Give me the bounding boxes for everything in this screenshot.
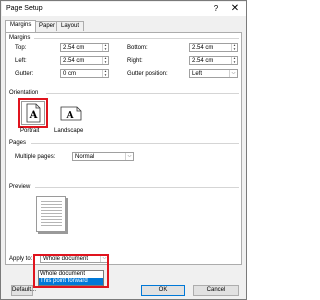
portrait-highlight <box>18 98 48 128</box>
left-label: Left: <box>15 58 27 64</box>
left-margin-value: 2.54 cm <box>63 58 85 64</box>
spin-arrows-icon[interactable]: ▲ ▼ <box>231 43 237 51</box>
margins-section-label: Margins <box>9 35 31 41</box>
gutter-value: 0 cm <box>63 71 77 77</box>
ok-button[interactable]: OK <box>141 285 185 296</box>
gutter-label: Gutter: <box>15 71 34 77</box>
top-margin-field[interactable]: 2.54 cm ▲ ▼ <box>60 43 109 52</box>
section-divider <box>46 93 239 94</box>
spin-arrows-icon[interactable]: ▲ ▼ <box>102 56 108 64</box>
landscape-label: Landscape <box>54 128 84 134</box>
top-margin-value: 2.54 cm <box>63 45 85 51</box>
section-divider <box>34 38 239 39</box>
default-button[interactable]: Default... <box>11 285 36 296</box>
tab-layout[interactable]: Layout <box>56 21 85 31</box>
multiple-pages-value: Normal <box>75 154 95 160</box>
orientation-section-label: Orientation <box>9 90 39 96</box>
gutter-position-select[interactable]: Left ⌵ <box>189 69 238 78</box>
section-divider <box>31 143 239 144</box>
spin-arrows-icon[interactable]: ▲ ▼ <box>102 43 108 51</box>
right-margin-value: 2.54 cm <box>192 58 214 64</box>
apply-to-label: Apply to: <box>9 256 33 262</box>
close-button[interactable]: ✕ <box>228 2 242 16</box>
bottom-label: Bottom: <box>127 45 148 51</box>
spin-arrows-icon[interactable]: ▲ ▼ <box>102 69 108 77</box>
portrait-label: Portrait <box>20 128 40 134</box>
right-margin-field[interactable]: 2.54 cm ▲ ▼ <box>189 56 238 65</box>
title-bar: Page Setup ? ✕ <box>2 2 246 16</box>
dialog-title: Page Setup <box>6 5 43 12</box>
pages-section-label: Pages <box>9 140 27 146</box>
right-label: Right: <box>127 58 143 64</box>
spin-arrows-icon[interactable]: ▲ ▼ <box>231 56 237 64</box>
margins-panel: Margins Top: 2.54 cm ▲ ▼ Bottom: 2.54 cm … <box>5 32 242 265</box>
gutter-position-label: Gutter position: <box>127 71 168 77</box>
top-label: Top: <box>15 45 27 51</box>
landscape-button[interactable]: A <box>58 101 82 125</box>
preview-section-label: Preview <box>9 184 31 190</box>
bottom-margin-field[interactable]: 2.54 cm ▲ ▼ <box>189 43 238 52</box>
gutter-field[interactable]: 0 cm ▲ ▼ <box>60 69 109 78</box>
page-setup-dialog: Page Setup ? ✕ Margins Paper Layout Marg… <box>0 0 247 300</box>
gutter-position-value: Left <box>192 71 203 77</box>
landscape-page-icon: A <box>60 106 82 121</box>
left-margin-field[interactable]: 2.54 cm ▲ ▼ <box>60 56 109 65</box>
cancel-button[interactable]: Cancel <box>193 285 239 296</box>
multiple-pages-label: Multiple pages: <box>15 154 56 160</box>
tab-margins[interactable]: Margins <box>5 20 37 32</box>
svg-text:A: A <box>66 111 75 121</box>
bottom-margin-value: 2.54 cm <box>192 45 214 51</box>
page-preview <box>36 196 66 232</box>
chevron-down-icon[interactable]: ⌵ <box>125 153 133 160</box>
chevron-down-icon[interactable]: ⌵ <box>229 70 237 77</box>
apply-to-highlight <box>33 254 109 288</box>
multiple-pages-select[interactable]: Normal ⌵ <box>72 152 134 161</box>
section-divider <box>35 187 239 188</box>
help-button[interactable]: ? <box>211 4 221 13</box>
